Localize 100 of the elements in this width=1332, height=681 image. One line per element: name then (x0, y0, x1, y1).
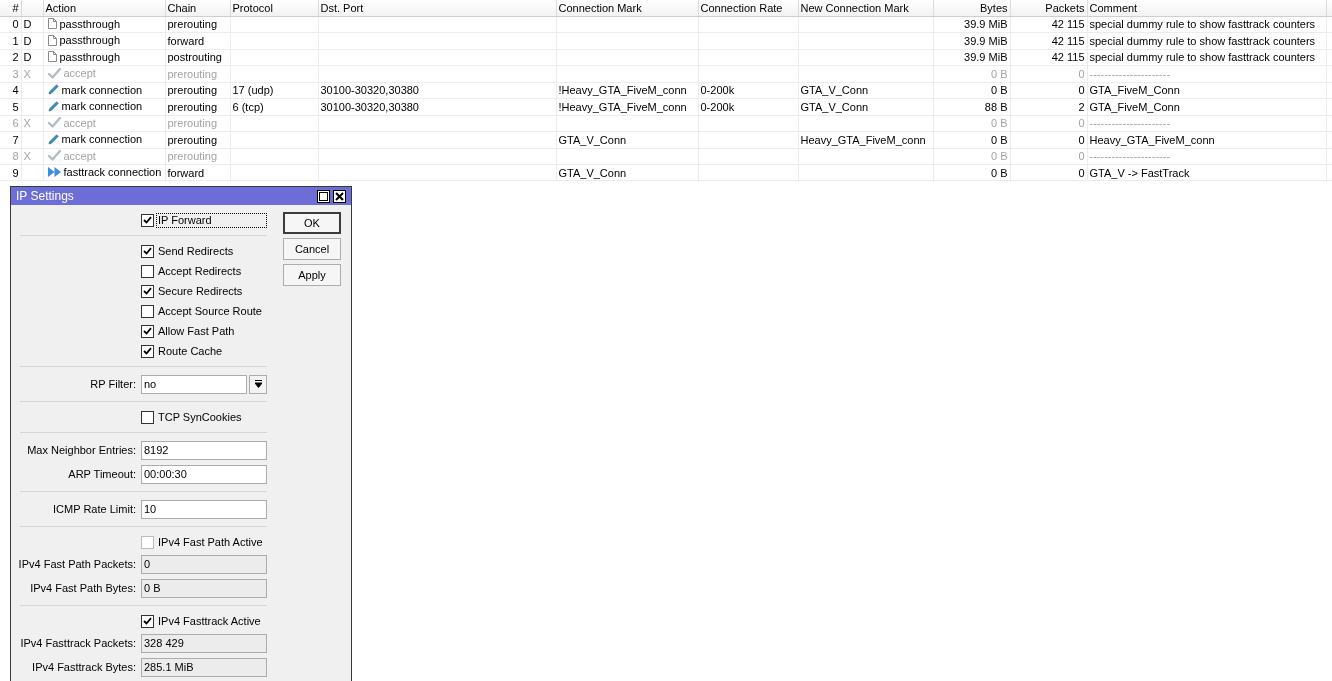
byte-count: 0 B (933, 82, 1010, 99)
connection-mark: GTA_V_Conn (556, 164, 698, 181)
column-header[interactable]: Connection Mark (556, 0, 698, 16)
action-name: passthrough (59, 16, 121, 31)
text-field[interactable]: 285.1 MiB (141, 657, 267, 677)
connection-mark: !Heavy_GTA_FiveM_conn (556, 98, 698, 115)
dst-port: 30100-30320,30380 (318, 82, 556, 99)
pencil-icon (47, 133, 59, 145)
column-header[interactable]: Chain (165, 0, 230, 16)
action-name: mark connection (61, 82, 143, 97)
column-header[interactable]: New Connection Mark (798, 0, 933, 16)
checkbox[interactable] (141, 264, 154, 278)
comment: GTA_FiveM_Conn (1087, 82, 1326, 99)
protocol: 17 (udp) (230, 82, 318, 99)
close-button[interactable] (333, 189, 346, 203)
chain-name: forward (165, 164, 230, 181)
checkbox-label[interactable]: Route Cache (156, 343, 225, 359)
check-icon (47, 150, 61, 161)
chain-name: prerouting (165, 148, 230, 165)
comment: ---------------------- (1087, 148, 1326, 165)
checkbox[interactable] (141, 213, 154, 227)
comment: special dummy rule to show fasttrack counters (1087, 16, 1326, 33)
fast-forward-icon (47, 167, 61, 177)
connection-mark: GTA_V_Conn (556, 131, 698, 148)
packet-count: 0 (1010, 115, 1087, 132)
action-name: mark connection (61, 132, 143, 146)
column-header[interactable]: Protocol (230, 0, 318, 16)
comment: special dummy rule to show fasttrack counters (1087, 49, 1326, 66)
chain-name: forward (165, 32, 230, 49)
text-field[interactable]: 8192 (141, 440, 267, 460)
checkbox-label[interactable]: Allow Fast Path (156, 323, 237, 339)
byte-count: 0 B (933, 131, 1010, 148)
checkbox-label[interactable]: IPv4 Fasttrack Active (156, 613, 263, 629)
rule-number: 3 (0, 65, 21, 82)
action-name: accept (63, 115, 96, 130)
dst-port: 30100-30320,30380 (318, 98, 556, 115)
dropdown-button[interactable] (249, 374, 267, 394)
checkbox-label[interactable]: Secure Redirects (156, 283, 245, 299)
connection-rate: 0-200k (698, 98, 798, 115)
rule-number: 9 (0, 164, 21, 181)
column-header[interactable]: Action (43, 0, 165, 16)
comment: GTA_V -> FastTrack (1087, 164, 1326, 181)
checkbox-label[interactable]: TCP SynCookies (156, 409, 244, 425)
check-icon (47, 67, 61, 79)
checkbox-label[interactable]: IP Forward (156, 212, 267, 228)
text-field[interactable]: 0 (141, 554, 267, 574)
close-icon (335, 191, 344, 201)
protocol: 6 (tcp) (230, 98, 318, 115)
checkbox-label[interactable]: Accept Source Route (156, 303, 264, 319)
new-connection-mark: GTA_V_Conn (798, 82, 933, 99)
text-field[interactable]: 00:00:30 (141, 464, 267, 484)
new-connection-mark: Heavy_GTA_FiveM_conn (798, 131, 933, 148)
rule-flag: X (21, 115, 43, 132)
checkbox-label[interactable]: Send Redirects (156, 243, 236, 259)
packet-count: 0 (1010, 148, 1087, 165)
page-icon (47, 51, 57, 62)
dialog-button[interactable]: OK (283, 212, 341, 234)
dialog-button[interactable]: Cancel (283, 238, 341, 260)
field-label: Max Neighbor Entries: (26, 444, 137, 456)
checkbox[interactable] (141, 324, 154, 338)
column-header[interactable]: Packets (1010, 0, 1087, 16)
comment: special dummy rule to show fasttrack counters (1087, 32, 1326, 49)
rule-number: 0 (0, 16, 21, 33)
text-field[interactable]: 328 429 (141, 633, 267, 653)
chain-name: prerouting (165, 115, 230, 132)
comment: ---------------------- (1087, 65, 1326, 82)
dialog-button[interactable]: Apply (283, 264, 341, 286)
comment: Heavy_GTA_FiveM_conn (1087, 131, 1326, 148)
checkbox[interactable] (141, 244, 154, 258)
checkbox[interactable] (141, 304, 154, 318)
action-name: accept (63, 66, 96, 80)
byte-count: 0 B (933, 115, 1010, 132)
packet-count: 0 (1010, 82, 1087, 99)
page-icon (47, 18, 57, 29)
field-label: IPv4 Fast Path Bytes: (29, 582, 137, 594)
byte-count: 88 B (933, 98, 1010, 115)
byte-count: 0 B (933, 148, 1010, 165)
window-title: IP Settings (16, 189, 74, 203)
rule-number: 1 (0, 32, 21, 49)
column-header[interactable]: Connection Rate (698, 0, 798, 16)
column-header[interactable]: Bytes (933, 0, 1010, 16)
column-header[interactable]: Comment (1087, 0, 1326, 16)
field-label: RP Filter: (89, 378, 137, 390)
text-field[interactable]: 0 B (141, 578, 267, 598)
checkbox[interactable] (141, 284, 154, 298)
pencil-icon (47, 100, 59, 112)
checkbox-label[interactable]: Accept Redirects (156, 263, 244, 279)
chain-name: prerouting (165, 82, 230, 99)
rule-number: 7 (0, 131, 21, 148)
checkbox[interactable] (141, 614, 154, 628)
packet-count: 2 (1010, 98, 1087, 115)
dropdown-field[interactable]: no (141, 374, 247, 394)
text-field[interactable]: 10 (141, 499, 267, 519)
column-header[interactable]: Dst. Port (318, 0, 556, 16)
column-header[interactable]: # (0, 0, 21, 16)
rule-flag: D (21, 16, 43, 33)
checkbox[interactable] (141, 410, 154, 424)
maximize-button[interactable] (317, 189, 330, 203)
checkbox[interactable] (141, 344, 154, 358)
rule-number: 2 (0, 49, 21, 66)
